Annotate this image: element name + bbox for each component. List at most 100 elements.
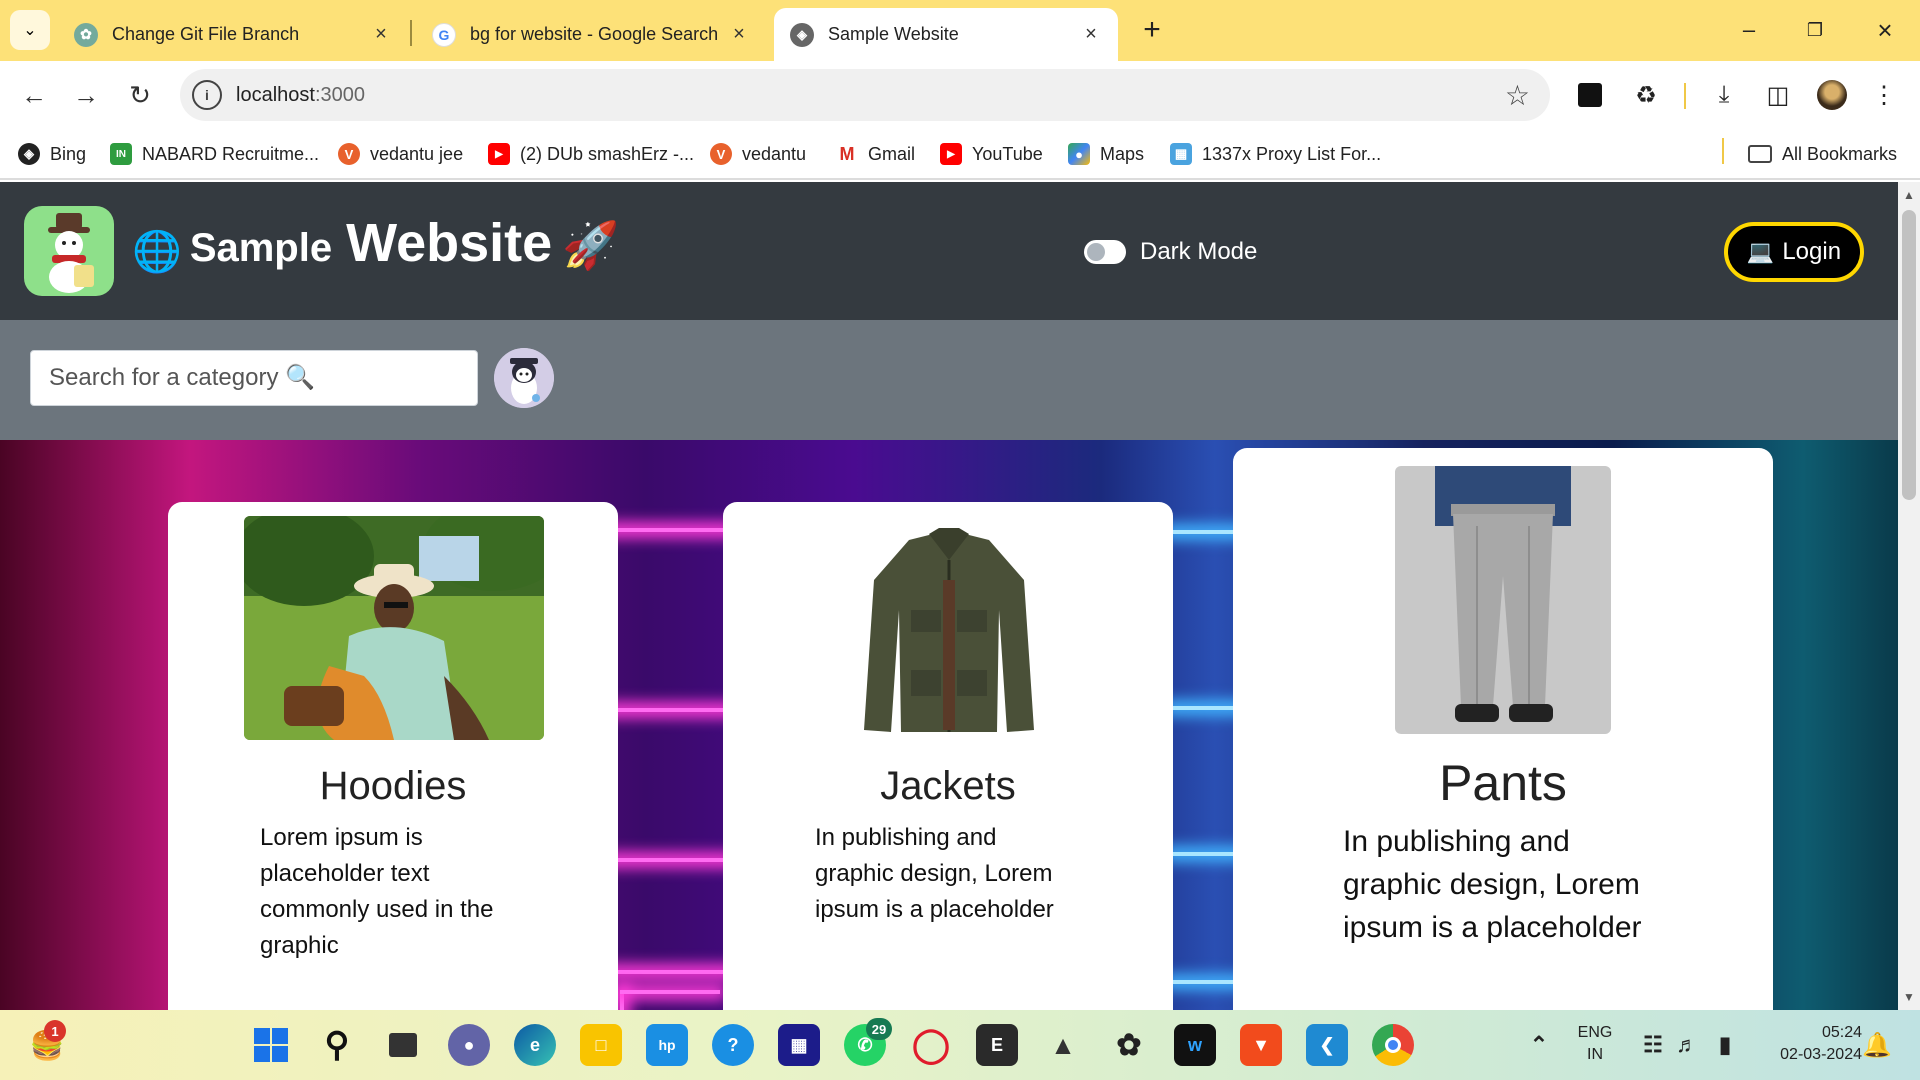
minimize-button[interactable]: –: [1722, 8, 1776, 52]
neon-line: [1170, 706, 1240, 710]
plus-icon: +: [1143, 13, 1161, 46]
bookmark-bing[interactable]: ◈ Bing: [18, 140, 86, 168]
notification-bell-icon[interactable]: 🔔: [1856, 1024, 1898, 1066]
category-card-jackets[interactable]: Jackets In publishing and graphic design…: [723, 502, 1173, 1010]
browser-tab-strip: ⌄ ✿ Change Git File Branch × G bg for we…: [0, 0, 1920, 61]
toggle-switch[interactable]: [1084, 240, 1126, 264]
bookmark-1337x[interactable]: ▦ 1337x Proxy List For...: [1170, 140, 1381, 168]
bookmark-label: Gmail: [868, 143, 916, 164]
show-hidden-icons[interactable]: ⌃: [1518, 1024, 1560, 1066]
google-favicon-icon: G: [432, 22, 456, 47]
user-avatar[interactable]: [494, 348, 554, 408]
bookmark-dub-smasherz[interactable]: ▶ (2) DUb smashErz -...: [488, 140, 694, 168]
address-url[interactable]: localhost:3000: [236, 84, 365, 107]
bookmark-vedantu-jee[interactable]: V vedantu jee: [338, 140, 463, 168]
bookmark-star-icon[interactable]: ☆: [1505, 79, 1530, 112]
category-search-input[interactable]: [30, 350, 478, 406]
address-bar[interactable]: i localhost:3000 ☆: [180, 69, 1550, 121]
volume-icon[interactable]: ♬: [1666, 1024, 1708, 1066]
bookmark-youtube[interactable]: ▶ YouTube: [940, 140, 1043, 168]
lang-bottom: IN: [1587, 1046, 1603, 1063]
category-card-pants[interactable]: Pants In publishing and graphic design, …: [1233, 448, 1773, 1010]
vscode-icon[interactable]: ❮: [1306, 1024, 1348, 1066]
vedantu-icon: V: [710, 143, 732, 165]
search-icon[interactable]: ⚲: [316, 1024, 358, 1066]
more-menu-icon[interactable]: ⋮: [1866, 77, 1902, 113]
pants-image-graphic: [1395, 466, 1611, 734]
extension-icon[interactable]: [1572, 77, 1608, 113]
file-explorer-icon[interactable]: □: [580, 1024, 622, 1066]
card-description: Lorem ipsum is placeholder text commonly…: [260, 824, 494, 959]
neon-line: [1170, 852, 1240, 856]
edge-icon[interactable]: e: [514, 1024, 556, 1066]
scrollbar-thumb[interactable]: [1902, 210, 1916, 500]
neon-line: [1170, 530, 1240, 534]
tab-search-button[interactable]: ⌄: [10, 10, 50, 50]
help-icon[interactable]: ?: [712, 1024, 754, 1066]
chat-icon[interactable]: ●: [448, 1024, 490, 1066]
url-host: localhost: [236, 83, 315, 106]
chrome-icon[interactable]: [1372, 1024, 1414, 1066]
epic-games-icon[interactable]: E: [976, 1024, 1018, 1066]
globe-favicon-icon: ◈: [790, 22, 814, 47]
tab-google-search[interactable]: G bg for website - Google Search ×: [416, 8, 766, 61]
folder-icon: [1748, 145, 1772, 163]
battery-icon[interactable]: ▮: [1704, 1024, 1746, 1066]
dark-mode-toggle[interactable]: Dark Mode: [1084, 238, 1257, 266]
bookmark-nabard[interactable]: IN NABARD Recruitme...: [110, 140, 319, 168]
store-icon[interactable]: ▦: [778, 1024, 820, 1066]
brave-icon[interactable]: ▼: [1240, 1024, 1282, 1066]
page-scrollbar[interactable]: ▲ ▼: [1898, 182, 1920, 1010]
bookmark-label: Maps: [1100, 143, 1145, 164]
windows-taskbar: 🍔 1 ⚲ ● e □ hp ? ▦ ✆ 29 ◯ E ▲ ✿ w ▼ ❮ ⌃ …: [0, 1010, 1920, 1080]
close-tab-icon[interactable]: ×: [728, 23, 750, 46]
task-view-icon[interactable]: [382, 1024, 424, 1066]
forward-button[interactable]: →: [66, 75, 106, 115]
penguin-avatar-icon: [494, 348, 554, 408]
card-description: In publishing and graphic design, Lorem …: [1343, 825, 1642, 944]
site-info-icon[interactable]: i: [192, 80, 222, 110]
puzzle-extensions-icon[interactable]: ♻: [1628, 77, 1664, 113]
site-brand[interactable]: 🌐 Sample Website 🚀: [132, 212, 619, 274]
clock[interactable]: 05:24 02-03-2024: [1752, 1022, 1862, 1066]
bing-icon: ◈: [18, 143, 40, 165]
start-icon[interactable]: [250, 1024, 292, 1066]
myhp-icon[interactable]: hp: [646, 1024, 688, 1066]
new-tab-button[interactable]: +: [1134, 12, 1170, 48]
neon-line: [600, 528, 730, 532]
close-tab-icon[interactable]: ×: [370, 23, 392, 46]
bookmark-vedantu[interactable]: V vedantu: [710, 140, 806, 168]
bookmark-label: vedantu jee: [370, 143, 464, 164]
scroll-down-icon[interactable]: ▼: [1903, 990, 1915, 1004]
reload-button[interactable]: ↻: [120, 75, 160, 115]
site-logo[interactable]: [24, 206, 114, 296]
login-button[interactable]: 💻 Login: [1724, 222, 1864, 282]
webex-icon[interactable]: w: [1174, 1024, 1216, 1066]
bookmark-maps[interactable]: ● Maps: [1068, 140, 1144, 168]
toolbar-divider: [1684, 83, 1686, 109]
chatgpt-favicon-icon: ✿: [74, 22, 98, 47]
side-panel-icon[interactable]: ◫: [1760, 77, 1796, 113]
back-button[interactable]: ←: [14, 75, 54, 115]
neon-line: [600, 858, 730, 862]
restore-button[interactable]: ❐: [1788, 8, 1842, 52]
bookmark-gmail[interactable]: M Gmail: [836, 140, 915, 168]
close-window-button[interactable]: ×: [1858, 8, 1912, 52]
download-icon[interactable]: ⤓: [1706, 77, 1742, 113]
profile-avatar[interactable]: [1814, 77, 1850, 113]
rocket-app-icon[interactable]: ▲: [1042, 1024, 1084, 1066]
opera-icon[interactable]: ◯: [910, 1024, 952, 1066]
language-indicator[interactable]: ENG IN: [1570, 1022, 1620, 1066]
gmail-icon: M: [836, 143, 858, 165]
category-card-hoodies[interactable]: Hoodies Lorem ipsum is placeholder text …: [168, 502, 618, 1010]
openai-icon[interactable]: ✿: [1108, 1024, 1150, 1066]
close-tab-icon[interactable]: ×: [1080, 23, 1102, 46]
scroll-up-icon[interactable]: ▲: [1903, 188, 1915, 202]
category-search-bar: [0, 320, 1898, 440]
tab-separator: [410, 20, 412, 46]
bookmark-label: NABARD Recruitme...: [142, 143, 320, 164]
tab-title: bg for website - Google Search: [470, 24, 719, 44]
tab-change-git-file-branch[interactable]: ✿ Change Git File Branch ×: [58, 8, 408, 61]
all-bookmarks[interactable]: All Bookmarks: [1748, 140, 1897, 168]
tab-sample-website[interactable]: ◈ Sample Website ×: [774, 8, 1118, 61]
